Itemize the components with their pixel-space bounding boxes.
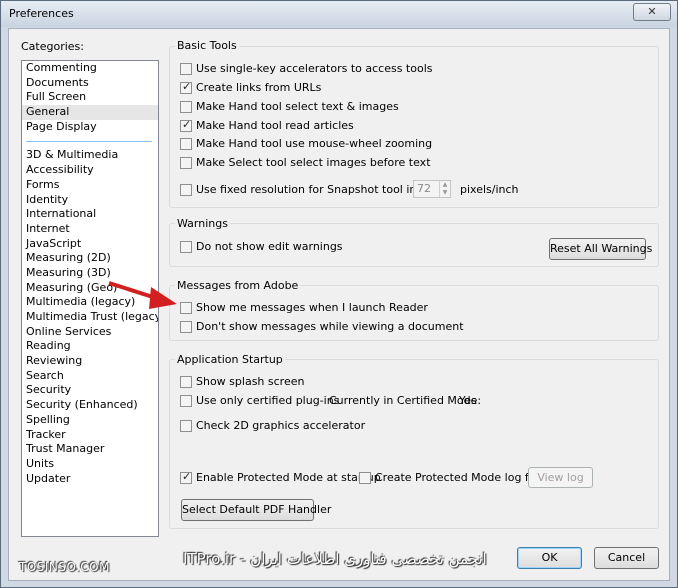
category-item[interactable]: Security (Enhanced) <box>22 398 158 413</box>
single-key-option[interactable]: Use single-key accelerators to access to… <box>180 62 432 75</box>
splash-label: Show splash screen <box>196 375 305 388</box>
fixed-res-label: Use fixed resolution for Snapshot tool i… <box>196 183 451 196</box>
category-item[interactable]: Tracker <box>22 428 158 443</box>
select-images-option[interactable]: Make Select tool select images before te… <box>180 156 431 169</box>
title-bar: Preferences ✕ <box>1 1 677 27</box>
fixed-res-option[interactable]: Use fixed resolution for Snapshot tool i… <box>180 183 450 196</box>
dont-show-messages-checkbox[interactable] <box>180 320 192 333</box>
hand-read-option[interactable]: Make Hand tool read articles <box>180 118 354 132</box>
log-file-checkbox[interactable] <box>359 471 371 484</box>
default-pdf-handler-button[interactable]: Select Default PDF Handler <box>181 499 331 521</box>
category-item[interactable]: Security <box>22 383 158 398</box>
ok-button[interactable]: OK <box>517 547 582 569</box>
category-item[interactable]: Internet <box>22 222 158 237</box>
log-file-label: Create Protected Mode log file <box>375 471 542 484</box>
certified-plugins-label: Use only certified plug-ins <box>196 394 340 407</box>
resolution-value: 72 <box>417 182 431 195</box>
watermark-left: TOSINSO.COM <box>19 560 110 574</box>
gpu-check-option[interactable]: Check 2D graphics accelerator <box>180 419 365 432</box>
select-images-label: Make Select tool select images before te… <box>196 156 431 169</box>
category-item[interactable]: Trust Manager <box>22 442 158 457</box>
splash-option[interactable]: Show splash screen <box>180 375 304 388</box>
hand-select-checkbox[interactable] <box>180 100 192 113</box>
single-key-label: Use single-key accelerators to access to… <box>196 62 433 75</box>
category-item[interactable]: International <box>22 207 158 222</box>
hand-read-checkbox[interactable] <box>180 118 192 132</box>
category-separator <box>26 141 152 143</box>
close-button[interactable]: ✕ <box>633 3 671 21</box>
create-links-option[interactable]: Create links from URLs <box>180 80 322 94</box>
category-item[interactable]: General <box>22 105 158 120</box>
messages-title: Messages from Adobe <box>175 279 301 292</box>
stepper-up-icon[interactable]: ▲ <box>440 181 450 189</box>
no-edit-warnings-label: Do not show edit warnings <box>196 240 343 253</box>
basic-tools-title: Basic Tools <box>175 39 239 52</box>
show-launch-messages-label: Show me messages when I launch Reader <box>196 301 428 314</box>
category-item[interactable]: Units <box>22 457 158 472</box>
gpu-check-label: Check 2D graphics accelerator <box>196 419 366 432</box>
category-item[interactable]: Identity <box>22 193 158 208</box>
protected-mode-option[interactable]: Enable Protected Mode at startup <box>180 470 381 484</box>
show-launch-messages-checkbox[interactable] <box>180 301 192 314</box>
category-item[interactable]: Accessibility <box>22 163 158 178</box>
category-item[interactable]: Measuring (2D) <box>22 251 158 266</box>
log-file-option[interactable]: Create Protected Mode log file <box>359 471 542 484</box>
categories-label: Categories: <box>21 40 84 53</box>
protected-mode-checkbox[interactable] <box>180 470 192 484</box>
certified-plugins-option[interactable]: Use only certified plug-ins <box>180 394 339 407</box>
select-images-checkbox[interactable] <box>180 156 192 169</box>
stepper-down-icon[interactable]: ▼ <box>440 189 450 197</box>
warnings-title: Warnings <box>175 217 230 230</box>
category-item[interactable]: Online Services <box>22 325 158 340</box>
category-item[interactable]: Spelling <box>22 413 158 428</box>
category-item[interactable]: Documents <box>22 76 158 91</box>
watermark-right: ITPro.ir - انجمن تخصصی فناوری اطلاعات ای… <box>183 550 487 568</box>
preferences-dialog: Preferences ✕ Categories: Commenting Docu… <box>0 0 678 588</box>
stepper-arrows[interactable]: ▲ ▼ <box>439 181 450 197</box>
resolution-stepper[interactable]: 72 ▲ ▼ <box>413 180 451 198</box>
category-item[interactable]: Forms <box>22 178 158 193</box>
reset-warnings-button[interactable]: Reset All Warnings <box>549 238 652 260</box>
category-item[interactable]: 3D & Multimedia <box>22 148 158 163</box>
show-launch-messages-option[interactable]: Show me messages when I launch Reader <box>180 301 428 314</box>
close-icon: ✕ <box>647 5 657 18</box>
hand-select-option[interactable]: Make Hand tool select text & images <box>180 100 399 113</box>
hand-zoom-label: Make Hand tool use mouse-wheel zooming <box>196 137 433 150</box>
category-item[interactable]: Page Display <box>22 120 158 135</box>
cancel-button[interactable]: Cancel <box>594 547 659 569</box>
single-key-checkbox[interactable] <box>180 62 192 75</box>
certified-mode-value: Yes <box>459 394 477 407</box>
protected-mode-label: Enable Protected Mode at startup <box>196 471 381 484</box>
category-item[interactable]: Search <box>22 369 158 384</box>
hand-zoom-checkbox[interactable] <box>180 137 192 150</box>
gpu-check-checkbox[interactable] <box>180 419 192 432</box>
startup-title: Application Startup <box>175 353 285 366</box>
create-links-checkbox[interactable] <box>180 80 192 94</box>
category-item[interactable]: JavaScript <box>22 237 158 252</box>
category-item[interactable]: Reviewing <box>22 354 158 369</box>
category-item[interactable]: Updater <box>22 472 158 487</box>
no-edit-warnings-option[interactable]: Do not show edit warnings <box>180 240 343 253</box>
splash-checkbox[interactable] <box>180 375 192 388</box>
window-title: Preferences <box>9 7 74 20</box>
category-item[interactable]: Commenting <box>22 61 158 76</box>
view-log-button[interactable]: View log <box>528 467 593 488</box>
fixed-res-checkbox[interactable] <box>180 183 192 196</box>
category-item[interactable]: Reading <box>22 339 158 354</box>
no-edit-warnings-checkbox[interactable] <box>180 240 192 253</box>
dont-show-messages-option[interactable]: Don't show messages while viewing a docu… <box>180 320 464 333</box>
hand-read-label: Make Hand tool read articles <box>196 119 354 132</box>
hand-select-label: Make Hand tool select text & images <box>196 100 399 113</box>
create-links-label: Create links from URLs <box>196 81 322 94</box>
dont-show-messages-label: Don't show messages while viewing a docu… <box>196 320 464 333</box>
hand-zoom-option[interactable]: Make Hand tool use mouse-wheel zooming <box>180 137 432 150</box>
red-arrow-icon <box>108 281 177 309</box>
category-item[interactable]: Full Screen <box>22 90 158 105</box>
resolution-unit: pixels/inch <box>460 183 519 196</box>
certified-plugins-checkbox[interactable] <box>180 394 192 407</box>
